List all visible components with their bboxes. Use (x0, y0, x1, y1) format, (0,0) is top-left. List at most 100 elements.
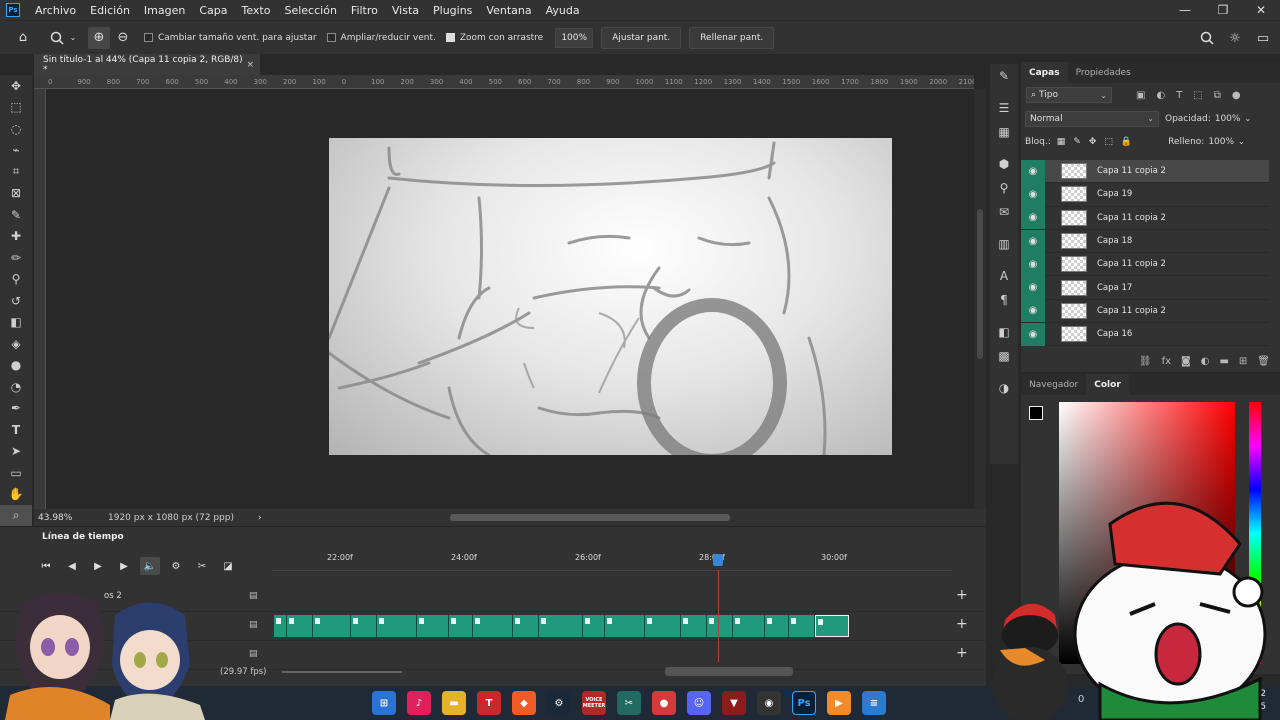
scrubby-zoom-checkbox[interactable]: Zoom con arrastre (445, 33, 543, 43)
patterns-icon[interactable]: ▩ (990, 344, 1018, 368)
move-tool-icon[interactable]: ✥ (0, 75, 32, 97)
fill-value[interactable]: 100% (1208, 137, 1234, 147)
checkbox-box[interactable] (326, 33, 336, 42)
link-layers-icon[interactable]: ⛓ (1139, 356, 1152, 367)
home-icon[interactable]: ⌂ (12, 27, 34, 49)
timeline-clip[interactable] (539, 615, 583, 637)
tab-properties[interactable]: Propiedades (1068, 62, 1139, 83)
eyedropper-tool-icon[interactable]: ✎ (0, 204, 32, 226)
timeline-clip[interactable] (733, 615, 765, 637)
minimize-icon[interactable]: — (1166, 0, 1204, 20)
lock-paint-icon[interactable]: ✎ (1073, 137, 1081, 147)
layer-row[interactable]: ◉ Capa 11 copia 2 (1021, 206, 1269, 230)
zoom-tool-icon[interactable] (46, 27, 68, 49)
menu-ventana[interactable]: Ventana (479, 4, 538, 17)
opacity-value[interactable]: 100% (1215, 114, 1241, 124)
fx-icon[interactable]: fx (1162, 356, 1171, 367)
timeline-settings-icon[interactable]: ⚙ (166, 557, 186, 575)
tiktok-icon[interactable]: ♪ (407, 691, 431, 715)
tab-navigator[interactable]: Navegador (1021, 374, 1086, 395)
game-app-icon[interactable]: ▼ (722, 691, 746, 715)
new-adjustment-icon[interactable]: ◐ (1201, 356, 1210, 367)
timeline-clip[interactable] (377, 615, 417, 637)
close-window-icon[interactable]: ✕ (1242, 0, 1280, 20)
paint-bucket-tool-icon[interactable]: ◈ (0, 333, 32, 355)
lasso-tool-icon[interactable]: ◌ (0, 118, 32, 140)
timeline-clip[interactable] (583, 615, 605, 637)
visibility-eye-icon[interactable]: ◉ (1021, 252, 1045, 276)
lock-position-icon[interactable]: ✥ (1089, 137, 1097, 147)
layer-row[interactable]: ◉ Capa 18 (1021, 229, 1269, 254)
filter-adjustment-icon[interactable]: ◐ (1156, 90, 1165, 101)
adjustments-icon[interactable]: ☰ (990, 96, 1018, 120)
timeline-clip[interactable] (351, 615, 377, 637)
timeline-ruler[interactable]: 22:00f 24:00f 26:00f 28:00f 30:00f (272, 549, 952, 571)
add-mask-icon[interactable]: ◙ (1181, 356, 1191, 367)
checkbox-box-checked[interactable] (445, 33, 455, 42)
media-app-icon[interactable]: ▶ (827, 691, 851, 715)
comments-icon[interactable]: ✉ (990, 200, 1018, 224)
layer-row[interactable]: ◉ Capa 11 copia 2 (1021, 252, 1269, 277)
layer-filter-select[interactable]: ⌕ Tipo ⌄ (1026, 87, 1112, 103)
film-strip-icon[interactable]: ▤ (249, 591, 258, 601)
new-group-icon[interactable]: ▬ (1219, 356, 1228, 367)
notepad-icon[interactable]: ≡ (862, 691, 886, 715)
canvas-vertical-scrollbar[interactable] (974, 89, 986, 509)
play-icon[interactable]: ▶ (88, 557, 108, 575)
checkbox-box[interactable] (144, 33, 153, 42)
path-selection-tool-icon[interactable]: ➤ (0, 441, 32, 463)
text-app-icon[interactable]: T (477, 691, 501, 715)
tab-layers[interactable]: Capas (1021, 62, 1068, 83)
learn-lightbulb-icon[interactable]: ☼ (1224, 27, 1246, 49)
blend-mode-select[interactable]: Normal ⌄ (1025, 110, 1159, 127)
zoom-level[interactable]: 43.98% (34, 513, 108, 523)
timeline-clip[interactable] (449, 615, 473, 637)
lock-transparent-icon[interactable]: ▦ (1057, 137, 1066, 147)
visibility-eye-icon[interactable]: ◉ (1021, 229, 1045, 253)
go-to-first-frame-icon[interactable]: ⏮ (36, 557, 56, 575)
next-frame-icon[interactable]: ▶ (114, 557, 134, 575)
history-brush-tool-icon[interactable]: ↺ (0, 290, 32, 312)
filter-toggle-icon[interactable]: ● (1232, 90, 1241, 101)
status-menu-arrow-icon[interactable]: › (258, 513, 262, 523)
timeline-zoom-slider[interactable] (282, 671, 402, 673)
timeline-clip[interactable] (681, 615, 707, 637)
menu-ayuda[interactable]: Ayuda (539, 4, 587, 17)
histogram-icon[interactable]: ▥ (990, 232, 1018, 256)
timeline-clip[interactable] (417, 615, 449, 637)
timeline-clip[interactable] (765, 615, 789, 637)
brave-browser-icon[interactable]: ◆ (512, 691, 536, 715)
menu-edicion[interactable]: Edición (83, 4, 137, 17)
brush-settings-icon[interactable]: ✎ (990, 64, 1018, 88)
timeline-clip[interactable] (287, 615, 313, 637)
zoom-all-checkbox[interactable]: Ampliar/reducir vent. (326, 33, 436, 43)
new-layer-icon[interactable]: ⊞ (1239, 356, 1247, 367)
timeline-clip[interactable] (513, 615, 539, 637)
layer-row[interactable]: ◉ Capa 11 copia 2 (1021, 299, 1269, 324)
menu-capa[interactable]: Capa (192, 4, 234, 17)
fit-screen-button[interactable]: Ajustar pant. (601, 26, 682, 49)
document-tab[interactable]: Sin título-1 al 44% (Capa 11 copia 2, RG… (34, 54, 260, 75)
filter-type-icon[interactable]: T (1176, 90, 1182, 101)
search-icon[interactable] (1196, 27, 1218, 49)
blur-tool-icon[interactable]: ● (0, 355, 32, 377)
channels-icon[interactable]: ⚲ (990, 176, 1018, 200)
split-clip-icon[interactable]: ✂ (192, 557, 212, 575)
scroll-thumb[interactable] (450, 514, 730, 521)
timeline-clip[interactable] (645, 615, 681, 637)
timeline-clip[interactable] (473, 615, 513, 637)
film-strip-icon[interactable]: ▤ (249, 620, 258, 630)
paragraph-icon[interactable]: ¶ (990, 288, 1018, 312)
type-tool-icon[interactable]: T (0, 419, 32, 441)
delete-layer-icon[interactable]: 🗑 (1257, 356, 1270, 367)
layer-row[interactable]: ◉ Capa 17 (1021, 276, 1269, 300)
timeline-clip[interactable] (815, 615, 849, 637)
swatches-grid-icon[interactable]: ▦ (990, 120, 1018, 144)
chevron-down-icon[interactable]: ⌄ (1244, 114, 1251, 123)
clone-stamp-tool-icon[interactable]: ⚲ (0, 269, 32, 291)
restore-icon[interactable]: ❐ (1204, 0, 1242, 20)
film-strip-icon[interactable]: ▤ (249, 649, 258, 659)
zoom-tool-icon[interactable]: ⌕ (0, 505, 32, 527)
fill-screen-button[interactable]: Rellenar pant. (689, 26, 775, 49)
transition-icon[interactable]: ◪ (218, 557, 238, 575)
